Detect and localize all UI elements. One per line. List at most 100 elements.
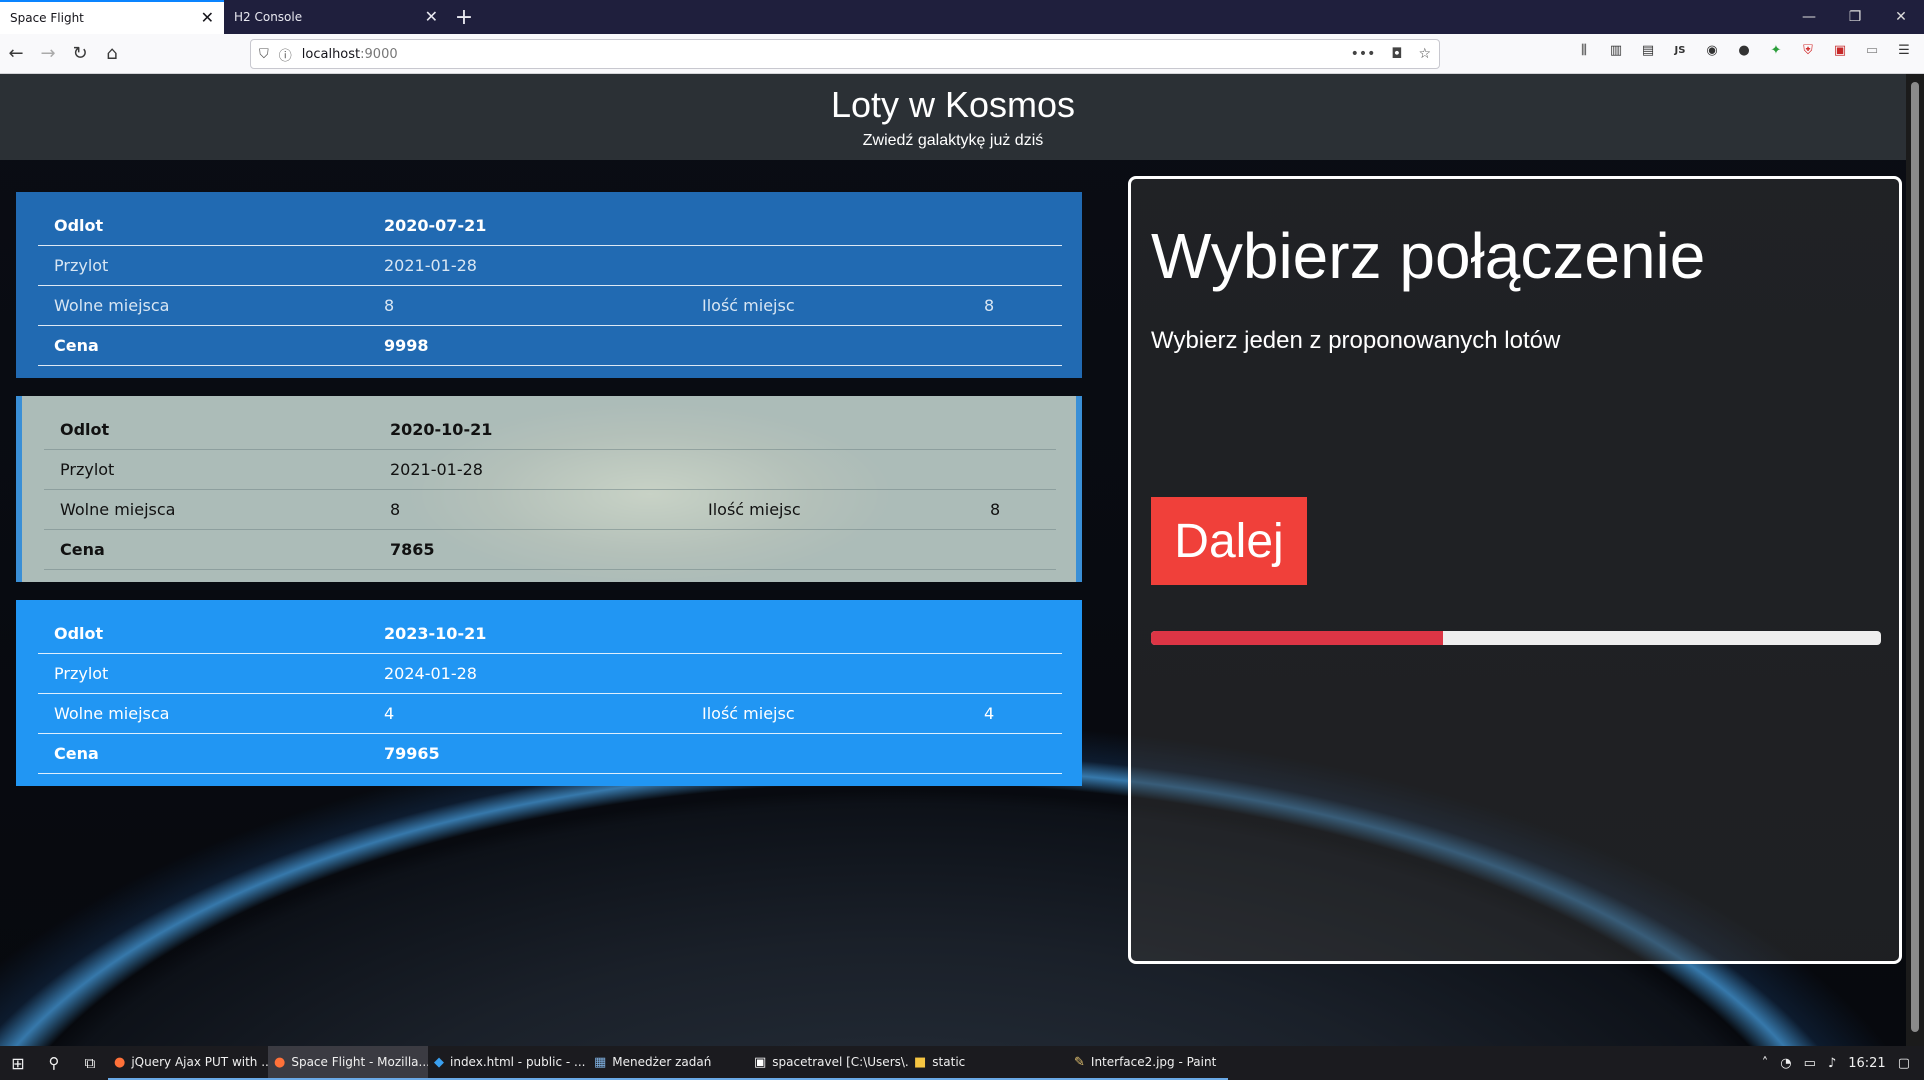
forward-icon[interactable]: → (32, 38, 64, 70)
cena-value: 7865 (390, 540, 435, 559)
vscode-icon: ◆ (434, 1054, 444, 1070)
page-title: Loty w Kosmos (830, 84, 1076, 125)
tab-h2-console[interactable]: H2 Console ✕ (224, 0, 448, 34)
wifi-icon[interactable]: ◔ (1780, 1056, 1791, 1071)
library-icon[interactable]: ⫼ (1574, 40, 1594, 60)
taskbar-app[interactable]: ● jQuery Ajax PUT with ... (108, 1046, 268, 1080)
page-content: Loty w Kosmos Zwiedź galaktykę już dziś … (0, 74, 1906, 1046)
selection-panel: Wybierz połączenie Wybierz jeden z propo… (1128, 176, 1902, 964)
table-row: Odlot 2023-10-21 (38, 614, 1062, 654)
taskbar-app[interactable]: ▣ spacetravel [C:\Users\... (748, 1046, 908, 1080)
wolne-miejsca-label: Wolne miejsca (60, 500, 176, 519)
colorful-extension-icon[interactable]: ✦ (1766, 40, 1786, 60)
back-icon[interactable]: ← (0, 38, 32, 70)
search-icon[interactable]: ⚲ (36, 1054, 72, 1072)
flight-card-selected[interactable]: Odlot 2020-10-21 Przylot 2021-01-28 Woln… (16, 396, 1082, 582)
battery-icon[interactable]: ▭ (1804, 1056, 1816, 1071)
przylot-label: Przylot (54, 256, 109, 275)
taskbar-app[interactable]: ■ static (908, 1046, 1068, 1080)
shield-extension-icon[interactable]: ⛨ (1798, 40, 1818, 60)
taskbar-app-label: jQuery Ajax PUT with ... (131, 1055, 268, 1069)
close-icon[interactable]: ✕ (201, 10, 214, 26)
folder-icon: ■ (914, 1054, 927, 1070)
table-row: Cena 9998 (38, 326, 1062, 366)
panel-text: Wybierz jeden z proponowanych lotów (1151, 327, 1561, 354)
task-view-icon[interactable]: ⧉ (72, 1054, 108, 1072)
taskbar-app[interactable]: ▦ Menedżer zadań (588, 1046, 748, 1080)
paint-icon: ✎ (1074, 1054, 1085, 1070)
wolne-miejsca-label: Wolne miejsca (54, 296, 170, 315)
red-extension-icon[interactable]: ▣ (1830, 40, 1850, 60)
pocket-icon[interactable]: ◘ (1391, 46, 1402, 62)
wolne-miejsca-value: 4 (384, 704, 395, 723)
bookmark-star-icon[interactable]: ☆ (1418, 46, 1431, 62)
ilosc-miejsc-value: 4 (984, 704, 995, 723)
odlot-value: 2023-10-21 (384, 624, 487, 643)
url-host: localhost (301, 46, 361, 62)
odlot-value: 2020-07-21 (384, 216, 487, 235)
restore-icon[interactable]: ❐ (1832, 0, 1878, 34)
przylot-value: 2021-01-28 (384, 256, 477, 275)
extensions-toolbar: ⫼ ▥ ▤ JS ◉ ● ✦ ⛨ ▣ ▭ ☰ (1574, 40, 1914, 60)
info-icon[interactable]: ⓘ (279, 45, 292, 64)
url-bar[interactable]: ⛉ ⓘ localhost:9000 ••• ◘ ☆ (250, 39, 1440, 69)
firefox-icon: ● (114, 1054, 126, 1070)
taskbar-app-label: static (932, 1055, 966, 1069)
scrollbar-thumb[interactable] (1911, 82, 1919, 1032)
ilosc-miejsc-label: Ilość miejsc (708, 500, 801, 519)
close-icon[interactable]: ✕ (425, 9, 438, 25)
cena-label: Cena (54, 744, 99, 763)
next-button[interactable]: Dalej (1151, 497, 1307, 585)
przylot-label: Przylot (60, 460, 115, 479)
tab-space-flight[interactable]: Space Flight ✕ (0, 0, 224, 34)
taskbar-app[interactable]: ● Space Flight - Mozilla... (268, 1046, 428, 1080)
volume-icon[interactable]: ♪ (1828, 1056, 1836, 1071)
tab-title: Space Flight (10, 11, 84, 25)
home-icon[interactable]: ⌂ (96, 38, 128, 70)
taskbar-app[interactable]: ✎ Interface2.jpg - Paint (1068, 1046, 1228, 1080)
taskbar-app[interactable]: ◆ index.html - public - ... (428, 1046, 588, 1080)
page-header: Loty w Kosmos Zwiedź galaktykę już dziś (0, 74, 1906, 160)
flight-card[interactable]: Odlot 2020-07-21 Przylot 2021-01-28 Woln… (16, 192, 1082, 378)
cena-value: 9998 (384, 336, 429, 355)
odlot-value: 2020-10-21 (390, 420, 493, 439)
table-row: Wolne miejsca 8 Ilość miejsc 8 (38, 286, 1062, 326)
close-window-icon[interactable]: ✕ (1878, 0, 1924, 34)
shield-icon[interactable]: ⛉ (259, 47, 269, 62)
przylot-label: Przylot (54, 664, 109, 683)
firefox-icon: ● (274, 1054, 286, 1070)
more-icon[interactable]: ••• (1351, 46, 1376, 62)
ilosc-miejsc-label: Ilość miejsc (702, 704, 795, 723)
task-manager-icon: ▦ (594, 1054, 607, 1070)
wolne-miejsca-value: 8 (384, 296, 395, 315)
page-scrollbar[interactable] (1906, 74, 1924, 1046)
tab-title: H2 Console (234, 10, 303, 24)
cena-label: Cena (60, 540, 105, 559)
account-icon[interactable]: ◉ (1702, 40, 1722, 60)
table-row: Wolne miejsca 8 Ilość miejsc 8 (44, 490, 1056, 530)
table-row: Cena 79965 (38, 734, 1062, 774)
reload-icon[interactable]: ↻ (64, 38, 96, 70)
browser-nav-bar: ← → ↻ ⌂ ⛉ ⓘ localhost:9000 ••• ◘ ☆ ⫼ ▥ ▤… (0, 34, 1924, 74)
odlot-label: Odlot (60, 420, 110, 439)
taskbar-app-label: Interface2.jpg - Paint (1090, 1055, 1217, 1069)
extension-icon[interactable]: ● (1734, 40, 1754, 60)
new-tab-button[interactable]: + (448, 0, 480, 34)
minimize-icon[interactable]: — (1786, 0, 1832, 34)
table-row: Cena 7865 (44, 530, 1056, 570)
js-extension-icon[interactable]: JS (1670, 40, 1690, 60)
odlot-label: Odlot (54, 624, 104, 643)
odlot-label: Odlot (54, 216, 104, 235)
notifications-icon[interactable]: ▢ (1898, 1056, 1910, 1071)
ilosc-miejsc-label: Ilość miejsc (702, 296, 795, 315)
windows-start-icon[interactable]: ⊞ (0, 1054, 36, 1073)
menu-icon[interactable]: ☰ (1894, 40, 1914, 60)
barcode-icon[interactable]: ▤ (1638, 40, 1658, 60)
chevron-up-icon[interactable]: ˄ (1762, 1056, 1769, 1071)
sidebar-icon[interactable]: ▥ (1606, 40, 1626, 60)
gray-extension-icon[interactable]: ▭ (1862, 40, 1882, 60)
clock[interactable]: 16:21 (1848, 1056, 1885, 1071)
ilosc-miejsc-value: 8 (984, 296, 995, 315)
flight-card[interactable]: Odlot 2023-10-21 Przylot 2024-01-28 Woln… (16, 600, 1082, 786)
table-row: Wolne miejsca 4 Ilość miejsc 4 (38, 694, 1062, 734)
